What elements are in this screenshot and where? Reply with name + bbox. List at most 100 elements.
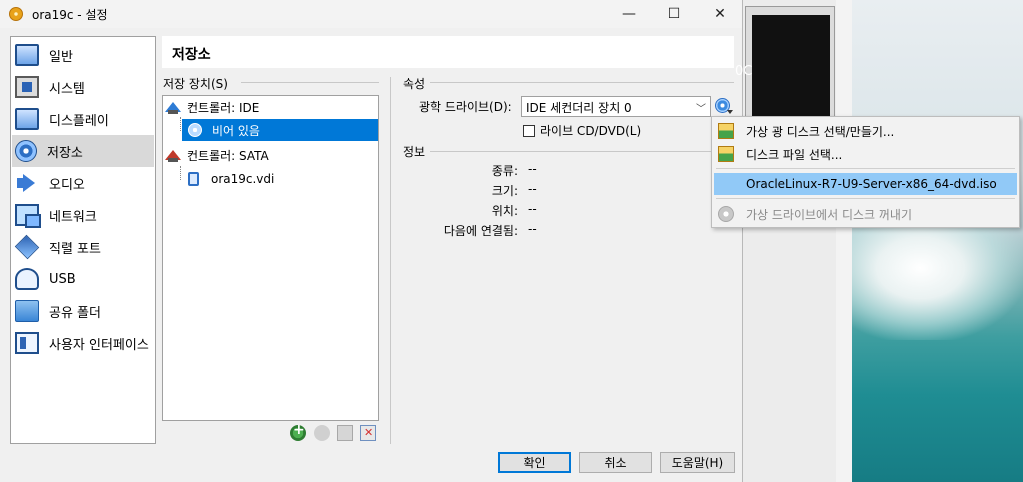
- information-divider: [430, 151, 734, 152]
- tree-connector: [180, 166, 181, 180]
- virtualbox-app-icon: [9, 7, 23, 21]
- info-attached-key: 다음에 연결됨:: [443, 224, 518, 238]
- wallpaper-foam: [852, 220, 1023, 340]
- category-shared-folders[interactable]: 공유 폴더: [12, 295, 154, 327]
- category-list[interactable]: 일반 시스템 디스플레이 저장소 오디오 네트워크 직렬 포트 USB 공유 폴…: [10, 36, 156, 444]
- menu-iso-file[interactable]: OracleLinux-R7-U9-Server-x86_64-dvd.iso: [714, 173, 1017, 195]
- title-bar[interactable]: ora19c - 설정 — ☐ ✕: [0, 0, 742, 28]
- tree-connector: [180, 117, 181, 131]
- optical-drive-select[interactable]: IDE 세컨더리 장치 0 ﹀: [521, 96, 711, 117]
- attributes-divider: [430, 82, 734, 83]
- tree-label: ora19c.vdi: [211, 172, 275, 186]
- add-controller-icon[interactable]: [290, 422, 306, 441]
- category-display[interactable]: 디스플레이: [12, 103, 154, 135]
- category-label: 일반: [49, 49, 73, 65]
- menu-choose-create-disk[interactable]: 가상 광 디스크 선택/만들기...: [714, 120, 1017, 142]
- info-type-value: --: [528, 162, 537, 176]
- category-label: 직렬 포트: [49, 241, 101, 257]
- storage-disk-icon: [15, 140, 37, 162]
- help-button[interactable]: 도움말(H): [660, 452, 735, 473]
- maximize-button[interactable]: ☐: [651, 0, 697, 28]
- choose-disk-file-icon: [718, 146, 734, 162]
- add-attachment-icon[interactable]: [314, 425, 330, 441]
- information-label: 정보: [403, 145, 426, 159]
- storage-devices-label: 저장 장치(S): [163, 77, 228, 91]
- general-monitor-icon: [15, 44, 39, 66]
- vm-preview-text: 0C: [735, 64, 753, 79]
- maximize-icon: ☐: [667, 6, 681, 22]
- settings-dialog: ora19c - 설정 — ☐ ✕ 일반 시스템 디스플레이 저장소 오디오 네…: [0, 0, 743, 482]
- tree-label: 비어 있음: [212, 123, 260, 138]
- hard-disk-icon: [188, 172, 199, 186]
- cancel-button[interactable]: 취소: [579, 452, 652, 473]
- info-size-value: --: [528, 182, 537, 196]
- user-interface-icon: [15, 332, 39, 354]
- menu-eject-disk: 가상 드라이브에서 디스크 꺼내기: [714, 203, 1017, 225]
- category-usb[interactable]: USB: [12, 263, 154, 295]
- choose-disk-button[interactable]: [713, 96, 734, 117]
- category-user-interface[interactable]: 사용자 인터페이스: [12, 327, 154, 359]
- tree-label: 컨트롤러: IDE: [187, 100, 260, 115]
- choose-create-disk-icon: [718, 123, 734, 139]
- live-cd-label: 라이브 CD/DVD(L): [540, 124, 642, 138]
- category-label: 오디오: [49, 177, 85, 193]
- panel-splitter[interactable]: [390, 77, 391, 444]
- storage-divider: [241, 82, 379, 83]
- usb-icon: [15, 268, 39, 290]
- sata-controller-icon: [165, 148, 181, 162]
- tree-controller-sata[interactable]: 컨트롤러: SATA: [165, 144, 377, 166]
- category-storage[interactable]: 저장소: [12, 135, 154, 167]
- checkbox-box[interactable]: [523, 124, 535, 137]
- info-attached-value: --: [528, 222, 537, 236]
- category-label: 저장소: [47, 145, 83, 161]
- serial-port-icon: [14, 234, 40, 260]
- section-header: 저장소: [162, 36, 734, 68]
- remove-attachment-icon[interactable]: [360, 425, 376, 441]
- minimize-icon: —: [622, 6, 636, 22]
- menu-separator: [716, 198, 1015, 199]
- optical-disc-icon: [188, 123, 202, 137]
- optical-drive-label: 광학 드라이브(D):: [419, 100, 512, 114]
- menu-choose-disk-file[interactable]: 디스크 파일 선택...: [714, 143, 1017, 165]
- category-system[interactable]: 시스템: [12, 71, 154, 103]
- category-audio[interactable]: 오디오: [12, 167, 154, 199]
- disk-context-menu: 가상 광 디스크 선택/만들기... 디스크 파일 선택... OracleLi…: [711, 116, 1020, 228]
- attachment-properties-icon[interactable]: [337, 425, 353, 441]
- category-label: 시스템: [49, 81, 85, 97]
- category-label: USB: [49, 271, 76, 287]
- category-label: 사용자 인터페이스: [49, 337, 149, 353]
- minimize-button[interactable]: —: [606, 0, 652, 28]
- attributes-label: 속성: [403, 77, 426, 91]
- live-cd-checkbox[interactable]: 라이브 CD/DVD(L): [523, 122, 641, 139]
- category-label: 공유 폴더: [49, 305, 101, 321]
- category-network[interactable]: 네트워크: [12, 199, 154, 231]
- display-monitor-icon: [15, 108, 39, 130]
- info-location-value: --: [528, 202, 537, 216]
- dropdown-arrow-icon: [727, 110, 733, 114]
- network-icon: [15, 204, 41, 228]
- menu-item-label: OracleLinux-R7-U9-Server-x86_64-dvd.iso: [746, 177, 997, 191]
- optical-drive-value: IDE 세컨더리 장치 0: [526, 101, 632, 115]
- audio-speaker-icon: [15, 172, 39, 194]
- menu-separator: [716, 168, 1015, 169]
- eject-disk-icon: [718, 206, 734, 222]
- tree-controller-ide[interactable]: 컨트롤러: IDE: [165, 96, 377, 118]
- section-title: 저장소: [172, 47, 211, 63]
- menu-item-label: 디스크 파일 선택...: [746, 147, 843, 162]
- info-type-key: 종류:: [491, 164, 518, 178]
- background-gap: [836, 0, 852, 482]
- tree-hard-disk[interactable]: ora19c.vdi: [182, 168, 378, 190]
- close-icon: ✕: [714, 6, 726, 22]
- menu-item-label: 가상 드라이브에서 디스크 꺼내기: [746, 207, 913, 222]
- system-chip-icon: [15, 76, 39, 98]
- tree-optical-empty[interactable]: 비어 있음: [182, 119, 378, 141]
- close-button[interactable]: ✕: [697, 0, 743, 28]
- blank-icon: [718, 176, 734, 192]
- chevron-down-icon: ﹀: [696, 104, 706, 115]
- ide-controller-icon: [165, 100, 181, 114]
- ok-button[interactable]: 확인: [498, 452, 571, 473]
- info-location-key: 위치:: [491, 204, 518, 218]
- category-serial-ports[interactable]: 직렬 포트: [12, 231, 154, 263]
- window-title: ora19c - 설정: [32, 8, 108, 22]
- category-general[interactable]: 일반: [12, 39, 154, 71]
